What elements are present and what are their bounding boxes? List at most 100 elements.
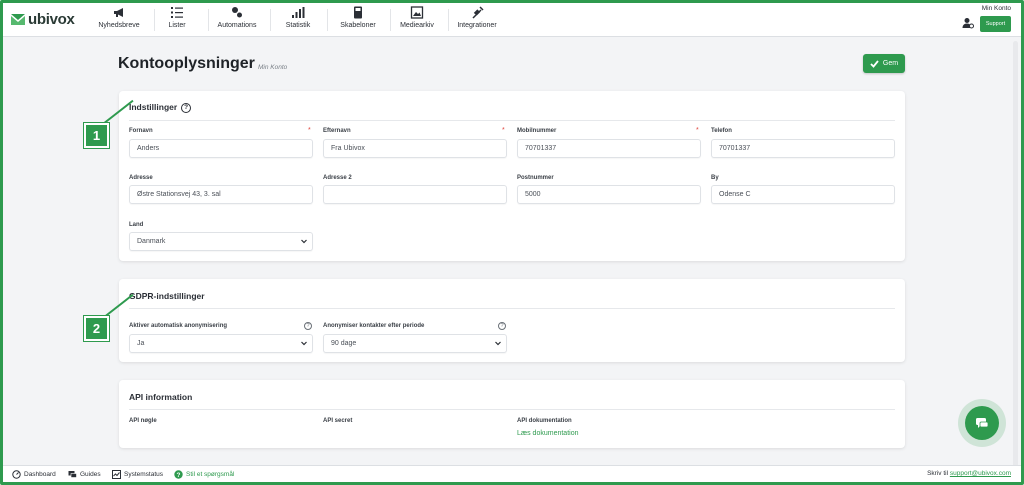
app-window: ubivox Nyhedsbreve Lister Automations St…	[0, 0, 1024, 485]
account-link[interactable]: Min Konto	[982, 5, 1011, 12]
field-label-land: Land	[129, 222, 144, 228]
nav-divider	[390, 9, 391, 31]
save-button[interactable]: Gem	[863, 54, 905, 73]
land-select[interactable]: Danmark	[129, 232, 313, 251]
ubivox-logo-icon	[11, 14, 25, 25]
api-docs-label: API dokumentation	[517, 418, 572, 424]
footer-systemstatus[interactable]: Systemstatus	[112, 470, 163, 479]
gdpr-title: GDPR-indstillinger	[129, 291, 205, 301]
divider	[129, 120, 895, 121]
chat-icon	[68, 471, 77, 478]
support-email-link[interactable]: support@ubivox.com	[950, 470, 1011, 477]
bar-chart-icon	[292, 7, 305, 18]
logo[interactable]: ubivox	[11, 11, 75, 28]
land-select-value: Danmark	[137, 238, 166, 245]
nav-integrationer[interactable]: Integrationer	[454, 6, 500, 34]
fornavn-input[interactable]: Anders	[129, 139, 313, 158]
chat-widget[interactable]	[958, 399, 1006, 447]
nav-lister[interactable]: Lister	[160, 6, 194, 34]
chevron-down-icon	[301, 341, 307, 346]
api-title: API information	[129, 392, 193, 402]
help-icon[interactable]: ?	[304, 322, 312, 330]
divider	[129, 308, 895, 309]
anon-period-value: 90 dage	[331, 340, 357, 347]
field-label-fornavn: Fornavn	[129, 128, 153, 134]
field-label-mobil: Mobilnummer	[517, 128, 557, 134]
footer-label: Systemstatus	[124, 471, 164, 478]
chevron-down-icon	[495, 341, 501, 346]
efternavn-input[interactable]: Fra Ubivox	[323, 139, 507, 158]
mobil-input[interactable]: 70701337	[517, 139, 701, 158]
svg-text:?: ?	[177, 472, 181, 479]
api-secret-label: API secret	[323, 418, 353, 424]
adresse2-input[interactable]	[323, 185, 507, 204]
plug-icon	[472, 6, 484, 19]
telefon-input[interactable]: 70701337	[711, 139, 895, 158]
auto-anon-select[interactable]: Ja	[129, 334, 313, 353]
template-icon	[354, 6, 362, 19]
field-label-adresse: Adresse	[129, 175, 153, 181]
user-settings-icon[interactable]	[962, 17, 974, 29]
support-button[interactable]: Support	[980, 16, 1011, 32]
help-icon[interactable]: ?	[498, 322, 506, 330]
nav-nyhedsbreve[interactable]: Nyhedsbreve	[97, 6, 141, 34]
settings-card: Indstillinger? Fornavn * Anders Efternav…	[119, 91, 905, 261]
footer-label: Guides	[80, 471, 101, 478]
automations-icon	[232, 7, 242, 18]
nav-label: Skabeloner	[340, 22, 376, 29]
dashboard-icon	[12, 470, 21, 479]
question-icon: ?	[174, 470, 183, 479]
chevron-down-icon	[301, 239, 307, 244]
nav-label: Mediearkiv	[400, 22, 434, 29]
adresse-input[interactable]: Østre Stationsvej 43, 3. sal	[129, 185, 313, 204]
anon-period-select[interactable]: 90 dage	[323, 334, 507, 353]
callout-1: 1	[84, 123, 109, 148]
field-label-efternavn: Efternavn	[323, 128, 351, 134]
megaphone-icon	[114, 8, 123, 17]
required-marker: *	[696, 127, 699, 134]
field-label-postnummer: Postnummer	[517, 175, 554, 181]
nav-mediearkiv[interactable]: Mediearkiv	[397, 6, 437, 34]
footer-write-to: Skriv til	[927, 470, 949, 477]
save-label: Gem	[882, 60, 899, 67]
api-docs-link[interactable]: Læs dokumentation	[517, 430, 578, 437]
nav-skabeloner[interactable]: Skabeloner	[336, 6, 380, 34]
chat-button[interactable]	[965, 406, 999, 440]
footer-support-contact: Skriv til support@ubivox.com	[927, 470, 1011, 477]
nav-statistik[interactable]: Statistik	[282, 6, 314, 34]
help-icon[interactable]: ?	[181, 102, 192, 113]
image-icon	[410, 6, 424, 19]
footer-dashboard[interactable]: Dashboard	[12, 470, 56, 479]
page-subtitle: Min Konto	[258, 64, 288, 71]
nav-label: Statistik	[285, 22, 311, 29]
field-label-adresse2: Adresse 2	[323, 175, 352, 181]
required-marker: *	[502, 127, 505, 134]
nav-divider	[208, 9, 209, 31]
settings-title: Indstillinger?	[129, 102, 192, 113]
chat-bubble-icon	[976, 417, 989, 428]
footer-guides[interactable]: Guides	[68, 470, 101, 479]
page-title: Kontooplysninger	[118, 55, 255, 72]
field-label-anon-period: Anonymiser kontakter efter periode	[323, 323, 425, 329]
by-input[interactable]: Odense C	[711, 185, 895, 204]
nav-label: Automations	[217, 22, 257, 29]
callout-2: 2	[84, 316, 109, 341]
footer-label: Dashboard	[24, 471, 56, 478]
gdpr-card: GDPR-indstillinger Aktiver automatisk an…	[119, 279, 905, 362]
footer: Dashboard Guides Systemstatus ? Stil et …	[3, 465, 1021, 482]
top-navigation: ubivox Nyhedsbreve Lister Automations St…	[3, 3, 1021, 37]
nav-divider	[448, 9, 449, 31]
postnummer-input[interactable]: 5000	[517, 185, 701, 204]
scrollbar[interactable]	[1013, 41, 1018, 471]
field-label-auto-anon: Aktiver automatisk anonymisering	[129, 323, 228, 329]
required-marker: *	[308, 127, 311, 134]
footer-ask-question[interactable]: ? Stil et spørgsmål	[174, 470, 234, 479]
auto-anon-value: Ja	[137, 340, 145, 347]
list-icon	[171, 7, 183, 18]
divider	[129, 409, 895, 410]
status-icon	[112, 470, 121, 479]
api-card: API information API nøgle API secret API…	[119, 380, 905, 448]
field-label-telefon: Telefon	[711, 128, 732, 134]
nav-automations[interactable]: Automations	[215, 6, 259, 34]
nav-label: Nyhedsbreve	[98, 22, 140, 29]
